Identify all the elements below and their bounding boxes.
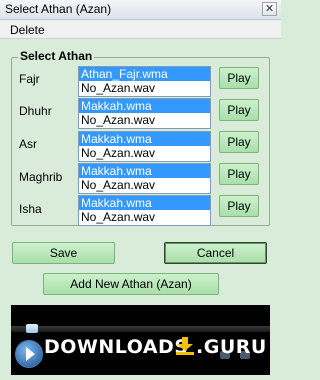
seek-bar[interactable] — [11, 326, 270, 332]
play-button-dhuhr[interactable]: Play — [219, 99, 259, 121]
list-item[interactable]: No_Azan.wav — [79, 178, 210, 192]
list-item[interactable]: Athan_Fajr.wma — [79, 67, 210, 81]
prayer-label-isha: Isha — [19, 202, 42, 216]
seek-thumb[interactable] — [26, 324, 38, 333]
list-item[interactable]: No_Azan.wav — [79, 113, 210, 127]
athan-list-dhuhr[interactable]: Makkah.wma No_Azan.wav — [78, 98, 211, 129]
save-button[interactable]: Save — [12, 242, 115, 264]
menu-bar: Delete — [0, 20, 281, 39]
play-button-maghrib[interactable]: Play — [219, 163, 259, 185]
athan-list-maghrib[interactable]: Makkah.wma No_Azan.wav — [78, 163, 211, 194]
play-icon — [26, 347, 35, 361]
list-item[interactable]: No_Azan.wav — [79, 81, 210, 95]
prayer-label-fajr: Fajr — [19, 72, 40, 86]
group-legend: Select Athan — [18, 49, 95, 63]
cancel-button[interactable]: Cancel — [164, 242, 267, 264]
menu-delete[interactable]: Delete — [10, 23, 45, 37]
list-item[interactable]: No_Azan.wav — [79, 210, 210, 224]
prayer-label-dhuhr: Dhuhr — [19, 104, 52, 118]
play-button-asr[interactable]: Play — [219, 131, 259, 153]
list-item[interactable]: No_Azan.wav — [79, 146, 210, 160]
athan-list-isha[interactable]: Makkah.wma No_Azan.wav — [78, 195, 211, 226]
prayer-label-maghrib: Maghrib — [19, 170, 63, 184]
watermark-suffix: .GURU — [196, 336, 267, 358]
close-button[interactable]: ✕ — [262, 2, 277, 16]
add-new-athan-button[interactable]: Add New Athan (Azan) — [43, 273, 219, 295]
title-bar: Select Athan (Azan) ✕ — [0, 0, 281, 20]
play-button-fajr[interactable]: Play — [219, 67, 259, 89]
download-arrow-icon — [176, 337, 194, 355]
list-item[interactable]: Makkah.wma — [79, 132, 210, 146]
prayer-label-asr: Asr — [19, 137, 37, 151]
play-button-isha[interactable]: Play — [219, 195, 259, 217]
list-item[interactable]: Makkah.wma — [79, 164, 210, 178]
list-item[interactable]: Makkah.wma — [79, 196, 210, 210]
list-item[interactable]: Makkah.wma — [79, 99, 210, 113]
athan-list-asr[interactable]: Makkah.wma No_Azan.wav — [78, 131, 211, 162]
watermark-text: DOWNLOADS — [44, 336, 189, 358]
close-icon: ✕ — [264, 3, 275, 15]
athan-list-fajr[interactable]: Athan_Fajr.wma No_Azan.wav — [78, 66, 211, 97]
window-title: Select Athan (Azan) — [5, 2, 112, 16]
